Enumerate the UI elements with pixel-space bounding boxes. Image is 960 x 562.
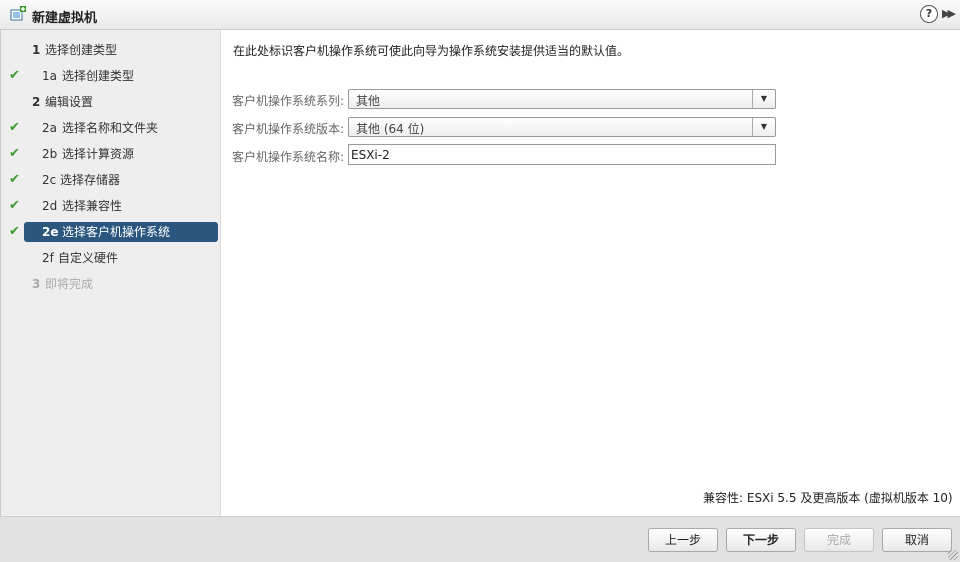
step-number: 1a	[42, 69, 57, 83]
chevron-down-icon[interactable]: ▼	[752, 118, 775, 136]
step-number: 1	[32, 43, 41, 57]
step-label: 选择兼容性	[62, 199, 123, 213]
cancel-button[interactable]: 取消	[882, 528, 952, 552]
os-version-select[interactable]: 其他 (64 位) ▼	[348, 117, 776, 137]
checkmark-icon: ✔	[9, 146, 20, 161]
step-number: 2d	[42, 199, 58, 213]
os-name-label: 客户机操作系统名称:	[232, 150, 345, 164]
step-2e[interactable]: ✔ 2e 选择客户机操作系统	[0, 222, 221, 242]
os-version-value: 其他 (64 位)	[356, 122, 425, 136]
step-number: 2b	[42, 147, 58, 161]
wizard-footer: 上一步 下一步 完成 取消	[0, 516, 960, 562]
back-button[interactable]: 上一步	[648, 528, 718, 552]
intro-text: 在此处标识客户机操作系统可使此向导为操作系统安装提供适当的默认值。	[233, 44, 630, 58]
step-2a[interactable]: ✔ 2a 选择名称和文件夹	[0, 118, 221, 138]
compatibility-text: 兼容性: ESXi 5.5 及更高版本 (虚拟机版本 10)	[703, 491, 953, 505]
checkmark-icon: ✔	[9, 172, 20, 187]
step-label: 选择存储器	[60, 173, 121, 187]
step-number: 3	[32, 277, 41, 291]
step-label: 即将完成	[45, 277, 94, 291]
step-1a[interactable]: ✔ 1a 选择创建类型	[0, 66, 221, 86]
os-family-value: 其他	[356, 94, 381, 108]
step-2b[interactable]: ✔ 2b 选择计算资源	[0, 144, 221, 164]
step-number: 2	[32, 95, 41, 109]
chevron-down-icon[interactable]: ▼	[752, 90, 775, 108]
os-name-input[interactable]	[348, 144, 776, 165]
step-2f[interactable]: 2f 自定义硬件	[0, 248, 221, 268]
checkmark-icon: ✔	[9, 120, 20, 135]
step-number: 2e	[42, 225, 59, 239]
step-number: 2a	[42, 121, 57, 135]
next-button[interactable]: 下一步	[726, 528, 796, 552]
new-vm-icon	[10, 6, 26, 22]
checkmark-icon: ✔	[9, 68, 20, 83]
step-number: 2c	[42, 173, 57, 187]
step-2: 2 编辑设置	[0, 92, 221, 112]
checkmark-icon: ✔	[9, 198, 20, 213]
step-label: 选择创建类型	[62, 69, 135, 83]
step-1: 1 选择创建类型	[0, 40, 221, 60]
resize-grip-icon[interactable]	[948, 550, 958, 560]
step-label: 编辑设置	[45, 95, 94, 109]
finish-button[interactable]: 完成	[804, 528, 874, 552]
os-family-label: 客户机操作系统系列:	[232, 94, 345, 108]
step-label: 选择客户机操作系统	[62, 225, 171, 239]
step-label: 选择计算资源	[62, 147, 135, 161]
help-icon[interactable]: ?	[920, 5, 938, 23]
step-2d[interactable]: ✔ 2d 选择兼容性	[0, 196, 221, 216]
step-number: 2f	[42, 251, 54, 265]
step-label: 自定义硬件	[58, 251, 119, 265]
checkmark-icon: ✔	[9, 224, 20, 239]
os-version-label: 客户机操作系统版本:	[232, 122, 345, 136]
os-family-select[interactable]: 其他 ▼	[348, 89, 776, 109]
step-label: 选择名称和文件夹	[62, 121, 159, 135]
window-title: 新建虚拟机	[32, 11, 98, 26]
step-label: 选择创建类型	[45, 43, 118, 57]
step-2c[interactable]: ✔ 2c 选择存储器	[0, 170, 221, 190]
expand-icon[interactable]: ▶▶	[942, 7, 956, 20]
step-3: 3 即将完成	[0, 274, 221, 294]
title-bar: 新建虚拟机 ? ▶▶	[0, 0, 960, 30]
